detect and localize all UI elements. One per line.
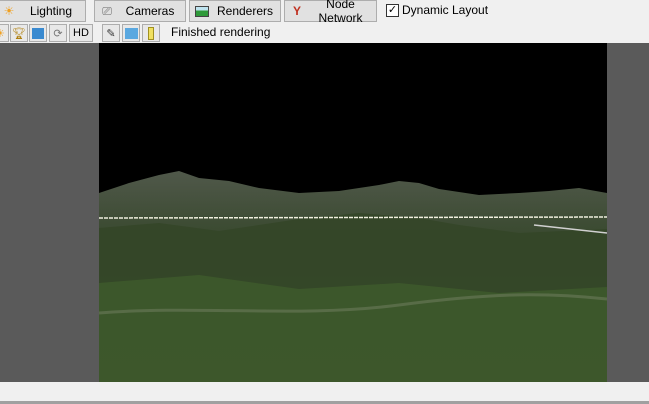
tab-renderers[interactable]: Renderers [189, 0, 281, 22]
object-button[interactable] [29, 24, 47, 42]
cube-icon [32, 27, 44, 39]
refresh-button[interactable]: ⟳ [49, 24, 67, 42]
sun-icon: ☀ [3, 4, 15, 18]
checkbox-label: Dynamic Layout [402, 3, 489, 17]
ruler-button[interactable] [142, 24, 160, 42]
blocks-button[interactable] [122, 24, 140, 42]
tab-label: Node Network [318, 0, 363, 25]
node-network-icon: Y [292, 4, 301, 18]
toolbar: ☀ 🏆︎ ⟳ HD ✎ Finished rendering [0, 23, 649, 42]
trophy-button[interactable]: 🏆︎ [10, 24, 28, 42]
dynamic-layout-checkbox[interactable]: ✓ Dynamic Layout [386, 3, 488, 17]
render-output[interactable] [99, 43, 607, 382]
brush-button[interactable]: ✎ [102, 24, 120, 42]
tab-label: Renderers [216, 4, 274, 18]
tab-label: Cameras [125, 4, 175, 18]
landscape-icon [194, 4, 210, 18]
light-button[interactable]: ☀ [0, 24, 9, 42]
hd-label: HD [73, 27, 89, 39]
terrain-render [99, 171, 607, 382]
blocks-icon [124, 27, 138, 39]
trophy-icon: 🏆︎ [12, 27, 26, 40]
status-text: Finished rendering [171, 25, 271, 39]
refresh-icon: ⟳ [53, 27, 63, 40]
checkbox-box[interactable]: ✓ [386, 3, 399, 17]
tab-cameras[interactable]: ⎚ Cameras [94, 0, 186, 22]
viewport[interactable] [0, 43, 649, 382]
ruler-icon [148, 26, 154, 40]
tab-label: Lighting [29, 4, 73, 18]
tab-node-network[interactable]: Y Node Network [284, 0, 377, 25]
sun-icon: ☀ [0, 27, 5, 40]
tab-bar: ☀ Lighting ⎚ Cameras Renderers Y Node Ne… [0, 0, 649, 25]
hd-button[interactable]: HD [69, 24, 93, 42]
brush-icon: ✎ [106, 27, 116, 40]
camera-icon: ⎚ [102, 3, 112, 18]
tab-lighting[interactable]: ☀ Lighting [0, 0, 86, 22]
